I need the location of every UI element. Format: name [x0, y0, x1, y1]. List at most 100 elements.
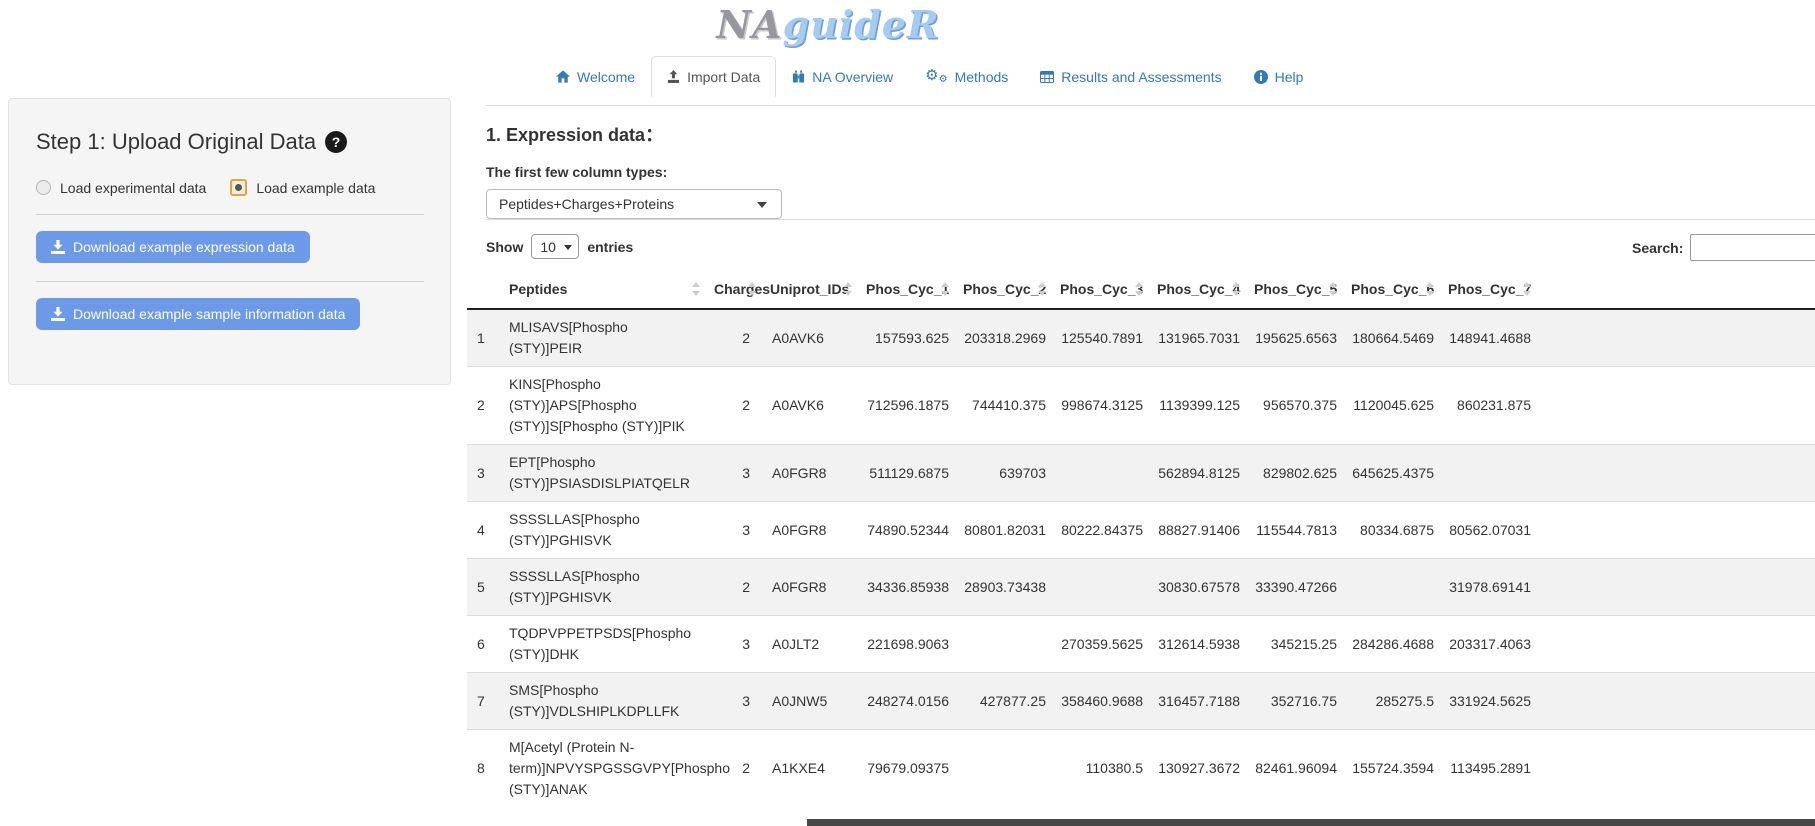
column-header-phos_cyc_1[interactable]: Phos_Cyc_1	[858, 270, 955, 309]
column-header-index	[467, 270, 501, 309]
table-cell: 79679.09375	[858, 730, 955, 808]
table-cell: 285275.5	[1343, 673, 1440, 730]
sort-arrows-icon	[1038, 281, 1047, 297]
panel-title-text: Step 1: Upload Original Data	[36, 129, 316, 155]
entries-length-select[interactable]: 10	[531, 234, 579, 259]
tab-help[interactable]: Help	[1238, 56, 1320, 97]
divider	[486, 219, 1815, 220]
table-cell: 427877.25	[955, 673, 1052, 730]
column-header-phos_cyc_5[interactable]: Phos_Cyc_5	[1246, 270, 1343, 309]
table-row: 4SSSSLLAS[Phospho (STY)]PGHISVK3A0FGR874…	[467, 502, 1815, 559]
download-sample-information-button[interactable]: Download example sample information data	[36, 298, 360, 330]
column-header-phos_cyc_7[interactable]: Phos_Cyc_7	[1440, 270, 1537, 309]
question-circle-icon[interactable]: ?	[325, 131, 347, 153]
table-row: 1MLISAVS[Phospho (STY)]PEIR2A0AVK6157593…	[467, 309, 1815, 367]
column-types-selected-value: Peptides+Charges+Proteins	[499, 196, 674, 212]
column-header-charges[interactable]: Charges	[706, 270, 762, 309]
expression-data-heading: 1. Expression data：	[486, 121, 1815, 147]
table-row: 2KINS[Phospho (STY)]APS[Phospho (STY)]S[…	[467, 367, 1815, 445]
button-label: Download example expression data	[73, 239, 295, 255]
button-label: Download example sample information data	[73, 306, 345, 322]
sort-arrows-icon	[1135, 281, 1144, 297]
column-types-label: The first few column types:	[486, 164, 1815, 180]
tab-label: NA Overview	[812, 69, 893, 85]
tab-label: Help	[1275, 69, 1304, 85]
table-cell: 3	[706, 616, 762, 673]
table-cell: 5	[467, 559, 501, 616]
table-cell-pad	[1537, 502, 1815, 559]
table-cell: 3	[706, 502, 762, 559]
data-source-radio-group: Load experimental data Load example data	[36, 179, 424, 196]
table-cell: 82461.96094	[1246, 730, 1343, 808]
table-cell: 113495.2891	[1440, 730, 1537, 808]
column-header-phos_cyc_4[interactable]: Phos_Cyc_4	[1149, 270, 1246, 309]
tab-methods[interactable]: ⚙⚙ Methods	[909, 56, 1024, 97]
table-cell: SMS[Phospho (STY)]VDLSHIPLKDPLLFK	[501, 673, 706, 730]
table-cell	[1343, 559, 1440, 616]
sort-arrows-icon	[692, 281, 701, 297]
app-logo: NAguideR	[716, 2, 939, 47]
column-header-phos_cyc_2[interactable]: Phos_Cyc_2	[955, 270, 1052, 309]
sort-arrows-icon	[1426, 281, 1435, 297]
table-cell: 8	[467, 730, 501, 808]
table-cell: A0FGR8	[762, 445, 858, 502]
column-header-peptides[interactable]: Peptides	[501, 270, 706, 309]
table-cell: A0AVK6	[762, 367, 858, 445]
upload-panel: Step 1: Upload Original Data ? Load expe…	[8, 98, 451, 385]
table-row: 3EPT[Phospho (STY)]PSIASDISLPIATQELR3A0F…	[467, 445, 1815, 502]
download-icon	[51, 240, 65, 254]
table-cell: 645625.4375	[1343, 445, 1440, 502]
column-header-pad	[1537, 270, 1815, 309]
tab-results-assessments[interactable]: Results and Assessments	[1024, 56, 1237, 97]
table-header-row: PeptidesChargesUniprot_IDsPhos_Cyc_1Phos…	[467, 270, 1815, 309]
radio-label: Load example data	[256, 180, 375, 196]
table-cell: 110380.5	[1052, 730, 1149, 808]
table-cell-pad	[1537, 367, 1815, 445]
table-cell: 80334.6875	[1343, 502, 1440, 559]
table-cell: 639703	[955, 445, 1052, 502]
table-row: 7SMS[Phospho (STY)]VDLSHIPLKDPLLFK3A0JNW…	[467, 673, 1815, 730]
table-cell: 312614.5938	[1149, 616, 1246, 673]
table-cell: A1KXE4	[762, 730, 858, 808]
column-header-phos_cyc_6[interactable]: Phos_Cyc_6	[1343, 270, 1440, 309]
column-header-uniprot_ids[interactable]: Uniprot_IDs	[762, 270, 858, 309]
expression-data-table: PeptidesChargesUniprot_IDsPhos_Cyc_1Phos…	[467, 270, 1815, 807]
table-cell: 1	[467, 309, 501, 367]
table-cell: 180664.5469	[1343, 309, 1440, 367]
table-cell: MLISAVS[Phospho (STY)]PEIR	[501, 309, 706, 367]
horizontal-scrollbar-thumb[interactable]	[807, 819, 1815, 826]
sort-arrows-icon	[844, 281, 853, 297]
table-cell: 88827.91406	[1149, 502, 1246, 559]
table-cell: 7	[467, 673, 501, 730]
entries-length-value: 10	[540, 239, 556, 255]
table-cell: 3	[706, 445, 762, 502]
table-cell: 270359.5625	[1052, 616, 1149, 673]
show-label: Show	[486, 239, 523, 255]
tab-import-data[interactable]: Import Data	[651, 56, 776, 97]
table-cell-pad	[1537, 673, 1815, 730]
table-cell: 998674.3125	[1052, 367, 1149, 445]
table-cell: 284286.4688	[1343, 616, 1440, 673]
table-cell: 3	[706, 673, 762, 730]
table-cell: 2	[467, 367, 501, 445]
table-cell: 74890.52344	[858, 502, 955, 559]
chevron-down-icon	[757, 202, 767, 208]
divider	[36, 214, 424, 215]
search-input[interactable]	[1690, 234, 1815, 261]
radio-load-experimental-data[interactable]: Load experimental data	[36, 180, 206, 196]
table-cell: 203318.2969	[955, 309, 1052, 367]
download-expression-data-button[interactable]: Download example expression data	[36, 231, 310, 263]
table-cell-pad	[1537, 445, 1815, 502]
table-cell-pad	[1537, 559, 1815, 616]
table-cell: 345215.25	[1246, 616, 1343, 673]
column-types-select[interactable]: Peptides+Charges+Proteins	[486, 189, 782, 219]
table-cell: SSSSLLAS[Phospho (STY)]PGHISVK	[501, 559, 706, 616]
tab-welcome[interactable]: Welcome	[540, 56, 651, 97]
table-controls: Show 10 entries Search:	[467, 234, 1815, 262]
radio-load-example-data[interactable]: Load example data	[230, 179, 375, 196]
table-cell: 30830.67578	[1149, 559, 1246, 616]
table-cell: 2	[706, 559, 762, 616]
table-cell: 744410.375	[955, 367, 1052, 445]
column-header-phos_cyc_3[interactable]: Phos_Cyc_3	[1052, 270, 1149, 309]
tab-na-overview[interactable]: NA Overview	[776, 56, 909, 97]
